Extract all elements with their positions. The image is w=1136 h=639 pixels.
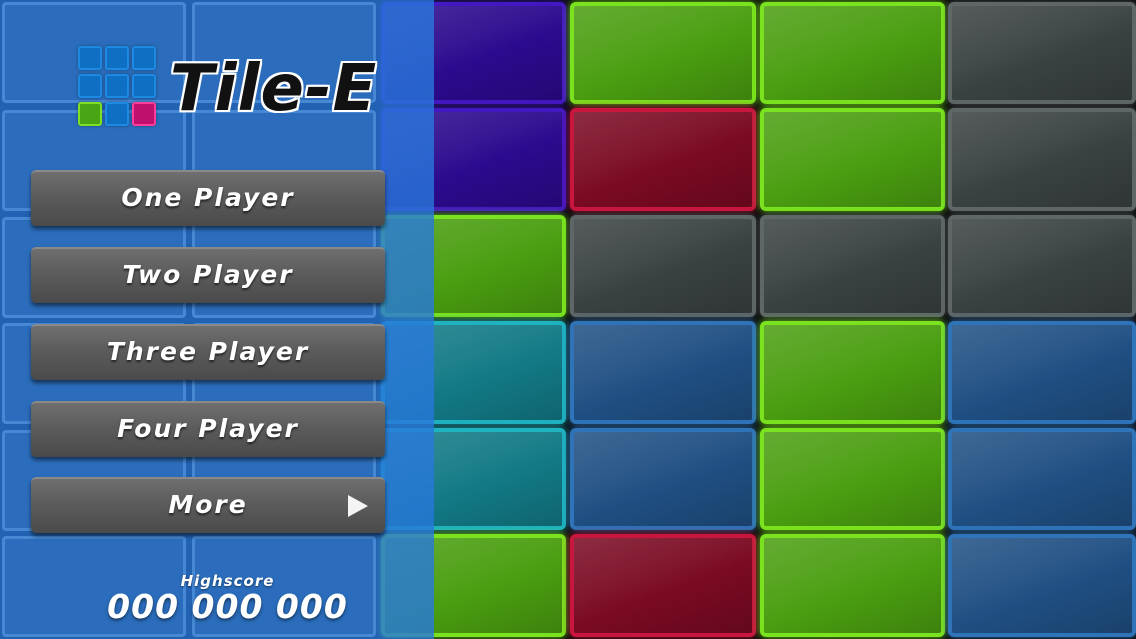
more-button[interactable]: More <box>31 477 385 533</box>
two-player-label: Two Player <box>122 260 294 289</box>
tile-gray <box>948 2 1136 104</box>
logo-cell <box>78 74 102 98</box>
tile-gray <box>570 215 756 317</box>
game-screen: Tile-E One Player Two Player Three Playe… <box>0 0 1136 639</box>
three-player-label: Three Player <box>106 337 310 366</box>
tile-gray <box>948 108 1136 211</box>
logo-cell <box>78 102 102 126</box>
tile-gray <box>760 215 945 317</box>
four-player-label: Four Player <box>117 414 299 443</box>
one-player-button[interactable]: One Player <box>31 170 385 226</box>
logo-cell <box>132 46 156 70</box>
more-label: More <box>168 490 248 519</box>
tile-green <box>760 108 945 211</box>
logo-cell <box>132 74 156 98</box>
logo-cell <box>105 46 129 70</box>
play-arrow-icon <box>348 495 368 517</box>
highscore-value: 000 000 000 <box>107 587 348 626</box>
tile-red <box>570 534 756 637</box>
tile-blue <box>948 321 1136 424</box>
logo-cell <box>132 102 156 126</box>
four-player-button[interactable]: Four Player <box>31 401 385 457</box>
tile-blue <box>948 534 1136 637</box>
tile-blue <box>570 428 756 530</box>
tile-green <box>760 428 945 530</box>
tile-blue <box>948 428 1136 530</box>
tile-red <box>570 108 756 211</box>
tile-green <box>760 321 945 424</box>
tile-grid-logo-icon <box>78 46 158 128</box>
tile-green <box>760 2 945 104</box>
tile-gray <box>948 215 1136 317</box>
tile-green <box>760 534 945 637</box>
logo-cell <box>78 46 102 70</box>
one-player-label: One Player <box>121 183 295 212</box>
tile-blue <box>570 321 756 424</box>
logo-cell <box>105 74 129 98</box>
game-title: Tile-E <box>170 52 378 126</box>
three-player-button[interactable]: Three Player <box>31 324 385 380</box>
logo-cell <box>105 102 129 126</box>
tile-green <box>570 2 756 104</box>
main-menu-panel: Tile-E One Player Two Player Three Playe… <box>0 0 434 639</box>
two-player-button[interactable]: Two Player <box>31 247 385 303</box>
